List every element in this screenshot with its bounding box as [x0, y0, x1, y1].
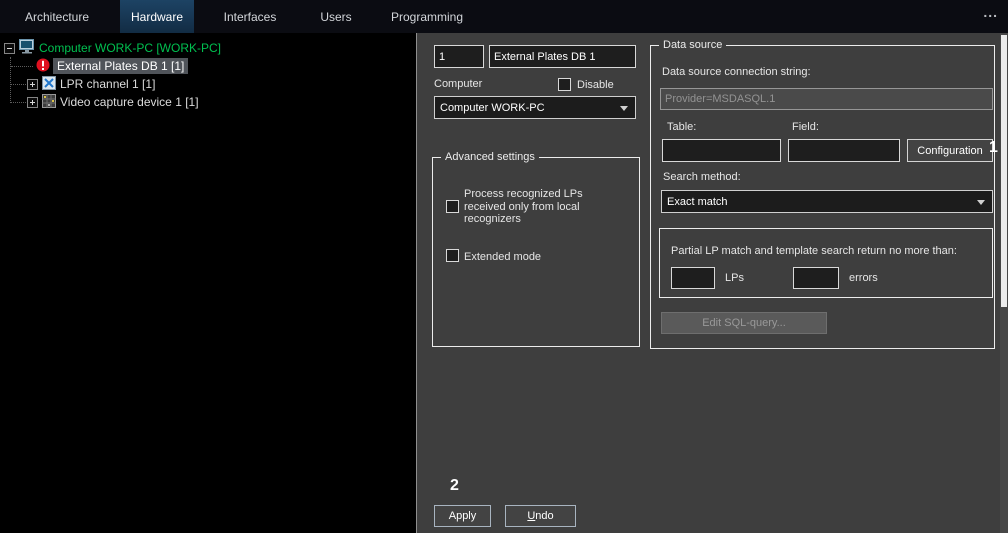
data-source-group-title: Data source	[659, 39, 727, 51]
partial-match-text: Partial LP match and template search ret…	[671, 245, 957, 257]
extended-mode-checkbox[interactable]	[446, 249, 459, 262]
disable-checkbox[interactable]	[558, 78, 571, 91]
computer-select-value: Computer WORK-PC	[440, 101, 545, 114]
video-capture-device-icon	[42, 93, 56, 111]
callout-1: 1	[989, 139, 998, 156]
lps-label: LPs	[725, 272, 744, 284]
table-field[interactable]	[662, 139, 781, 162]
lps-limit-field[interactable]	[671, 267, 715, 289]
collapse-expander-icon[interactable]	[4, 42, 15, 54]
tab-hardware[interactable]: Hardware	[120, 0, 194, 33]
errors-limit-field[interactable]	[793, 267, 839, 289]
scrollbar-thumb[interactable]	[1001, 35, 1007, 307]
object-id-field[interactable]	[434, 45, 484, 68]
table-label: Table:	[667, 121, 697, 133]
settings-panel: Computer Disable Computer WORK-PC Advanc…	[416, 33, 1008, 533]
partial-match-group: Partial LP match and template search ret…	[659, 228, 993, 298]
tree-item-lpr-channel-label[interactable]: LPR channel 1 [1]	[60, 77, 155, 91]
tree-item-external-plates-db-label[interactable]: External Plates DB 1 [1]	[53, 58, 189, 74]
connection-string-label: Data source connection string:	[662, 66, 811, 78]
tab-architecture[interactable]: Architecture	[18, 0, 96, 33]
apply-button[interactable]: Apply	[434, 505, 491, 527]
tree-row-computer[interactable]: Computer WORK-PC [WORK-PC]	[0, 39, 416, 57]
advanced-settings-group-title: Advanced settings	[441, 151, 539, 163]
top-navigation-bar: Architecture Hardware Interfaces Users P…	[0, 0, 1008, 33]
expand-expander-icon[interactable]	[27, 78, 38, 90]
expand-expander-icon[interactable]	[27, 96, 38, 108]
lpr-channel-icon	[42, 75, 56, 93]
extended-mode-label: Extended mode	[464, 251, 542, 263]
object-name-field[interactable]	[489, 45, 636, 68]
connection-string-field	[660, 88, 993, 110]
search-method-label: Search method:	[663, 171, 741, 183]
search-method-select-value: Exact match	[667, 195, 728, 208]
configuration-button[interactable]: Configuration	[907, 139, 993, 162]
tree-item-video-capture-device-label[interactable]: Video capture device 1 [1]	[60, 95, 199, 109]
edit-sql-query-button: Edit SQL-query...	[661, 312, 827, 334]
data-source-group: Data source Data source connection strin…	[650, 39, 995, 349]
computer-label: Computer	[434, 78, 483, 90]
process-recognized-lps-checkbox[interactable]	[446, 200, 459, 213]
tree-row-lpr-channel[interactable]: LPR channel 1 [1]	[0, 75, 416, 93]
undo-button[interactable]: Undo	[505, 505, 576, 527]
tree-row-external-plates-db[interactable]: External Plates DB 1 [1]	[0, 57, 416, 75]
computer-icon	[19, 39, 35, 57]
callout-2: 2	[450, 477, 459, 494]
app-window: Architecture Hardware Interfaces Users P…	[0, 0, 1008, 533]
vertical-scrollbar[interactable]	[1000, 33, 1008, 533]
field-field[interactable]	[788, 139, 900, 162]
disable-checkbox-label: Disable	[577, 79, 614, 91]
tree-row-video-capture-device[interactable]: Video capture device 1 [1]	[0, 93, 416, 111]
tab-programming[interactable]: Programming	[390, 0, 464, 33]
overflow-menu-button[interactable]: ...	[983, 4, 998, 20]
tree-item-computer-label[interactable]: Computer WORK-PC [WORK-PC]	[39, 41, 221, 55]
undo-button-label: Undo	[527, 510, 554, 522]
tab-users[interactable]: Users	[312, 0, 360, 33]
computer-select[interactable]: Computer WORK-PC	[434, 96, 636, 119]
search-method-select[interactable]: Exact match	[661, 190, 993, 213]
hardware-tree-panel: Computer WORK-PC [WORK-PC] External Plat…	[0, 33, 416, 533]
errors-label: errors	[849, 272, 878, 284]
tab-interfaces[interactable]: Interfaces	[218, 0, 282, 33]
advanced-settings-group: Advanced settings Process recognized LPs…	[432, 151, 640, 347]
error-exclamation-icon	[36, 58, 50, 75]
field-label: Field:	[792, 121, 819, 133]
process-recognized-lps-label: Process recognized LPs received only fro…	[464, 188, 583, 225]
